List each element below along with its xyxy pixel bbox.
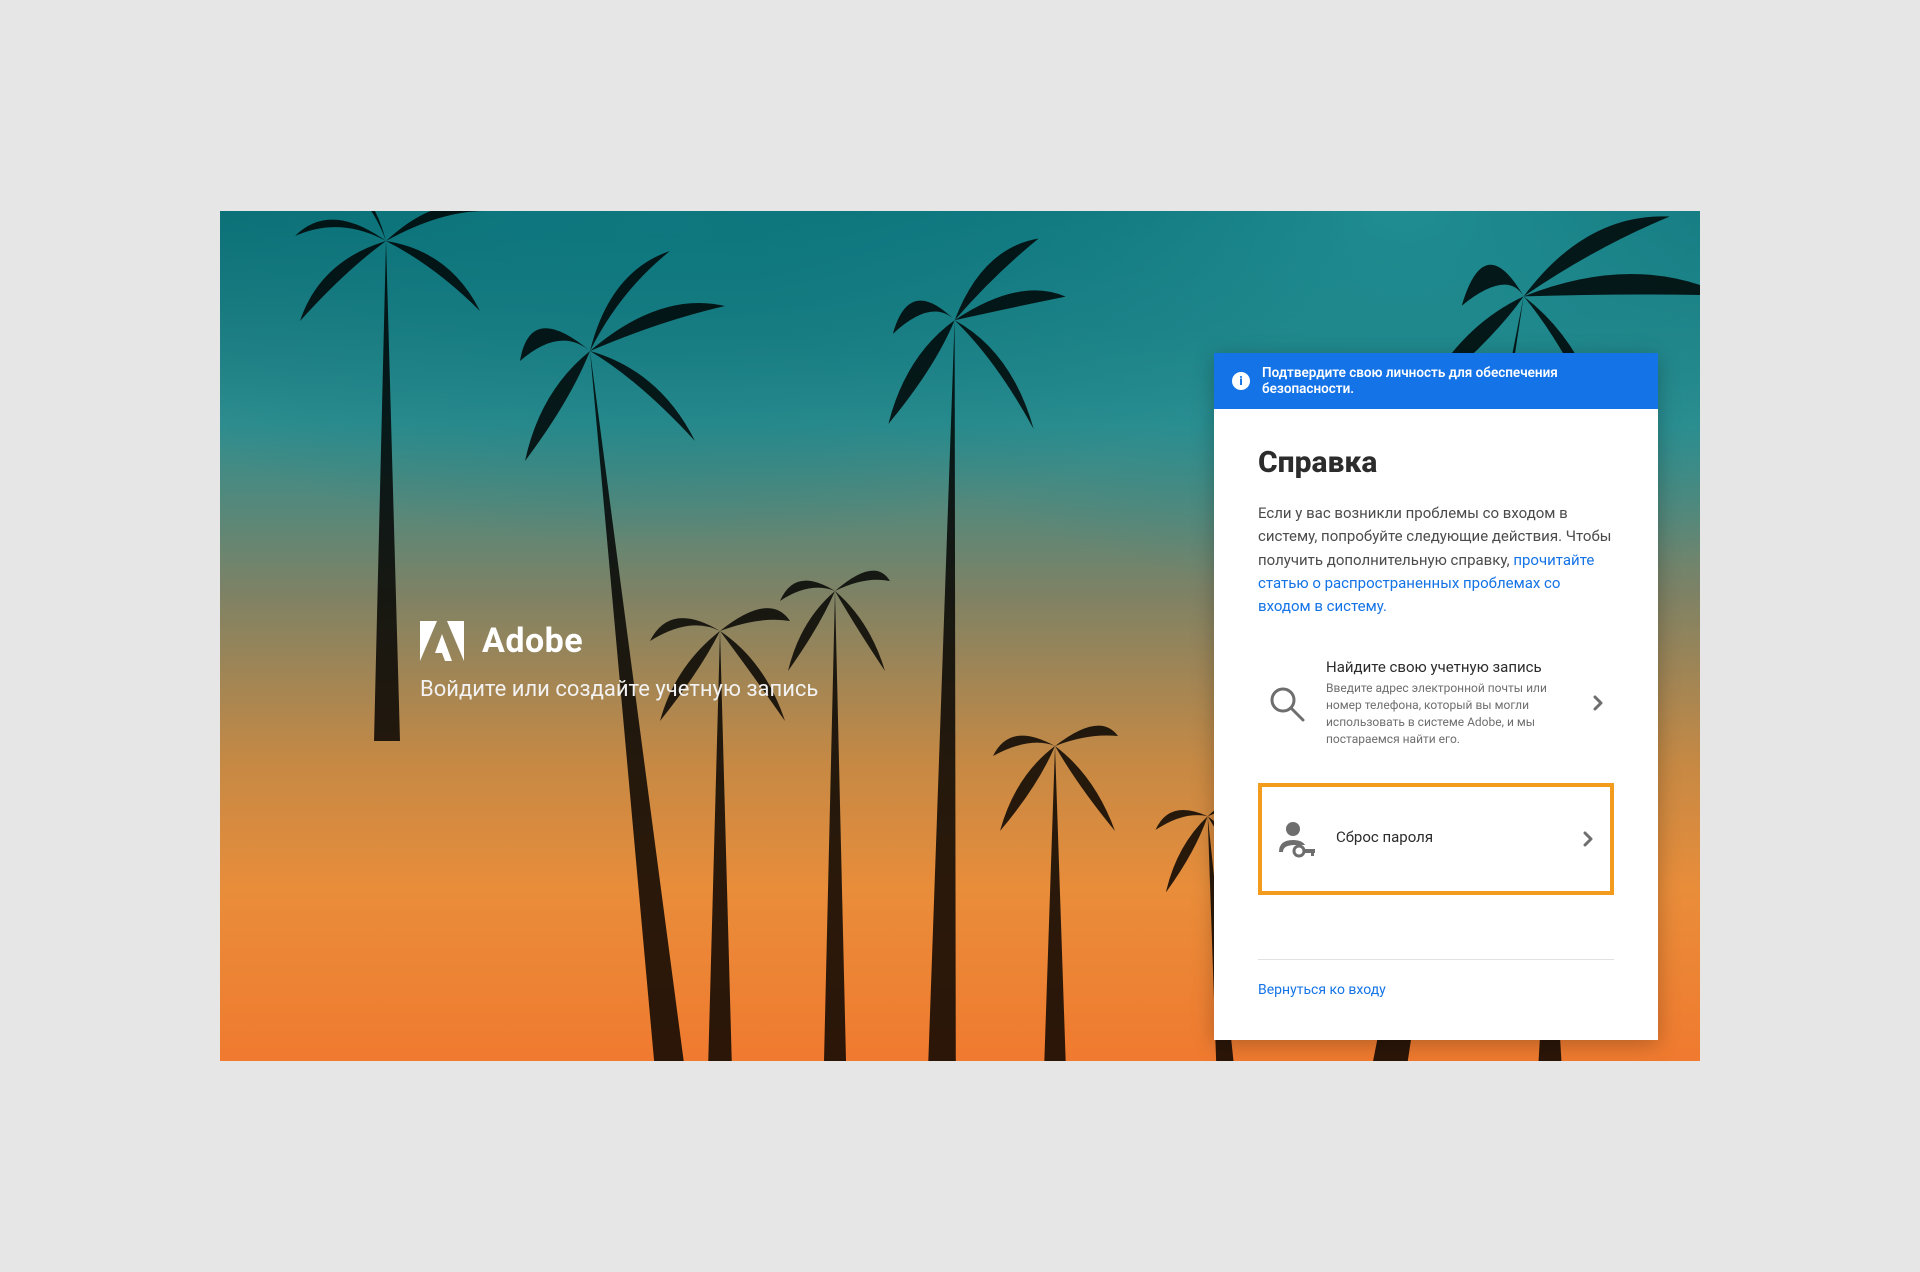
brand-tagline: Войдите или создайте учетную запись [420, 677, 818, 702]
chevron-right-icon [1588, 695, 1608, 711]
security-banner: i Подтвердите свою личность для обеспече… [1214, 353, 1658, 409]
security-banner-text: Подтвердите свою личность для обеспечени… [1262, 365, 1640, 397]
reset-password-option[interactable]: Сброс пароля [1258, 783, 1614, 895]
find-account-subtitle: Введите адрес электронной почты или номе… [1326, 680, 1570, 747]
help-card: i Подтвердите свою личность для обеспече… [1214, 353, 1658, 1040]
palm-decor [990, 691, 1120, 1061]
login-background: Adobe Войдите или создайте учетную запис… [220, 211, 1700, 1061]
adobe-logo-icon [420, 621, 464, 661]
brand-name: Adobe [482, 621, 583, 661]
card-description: Если у вас возникли проблемы со входом в… [1258, 502, 1614, 618]
info-icon: i [1232, 372, 1250, 390]
search-icon [1264, 681, 1308, 725]
chevron-right-icon [1578, 831, 1598, 847]
card-title: Справка [1258, 445, 1614, 480]
back-to-signin-link[interactable]: Вернуться ко входу [1258, 976, 1386, 1016]
find-account-title: Найдите свою учетную запись [1326, 658, 1570, 676]
user-key-icon [1274, 817, 1318, 861]
divider [1258, 959, 1614, 960]
find-account-option[interactable]: Найдите свою учетную запись Введите адре… [1258, 644, 1614, 761]
reset-password-title: Сброс пароля [1336, 828, 1560, 846]
brand-block: Adobe Войдите или создайте учетную запис… [420, 621, 818, 702]
